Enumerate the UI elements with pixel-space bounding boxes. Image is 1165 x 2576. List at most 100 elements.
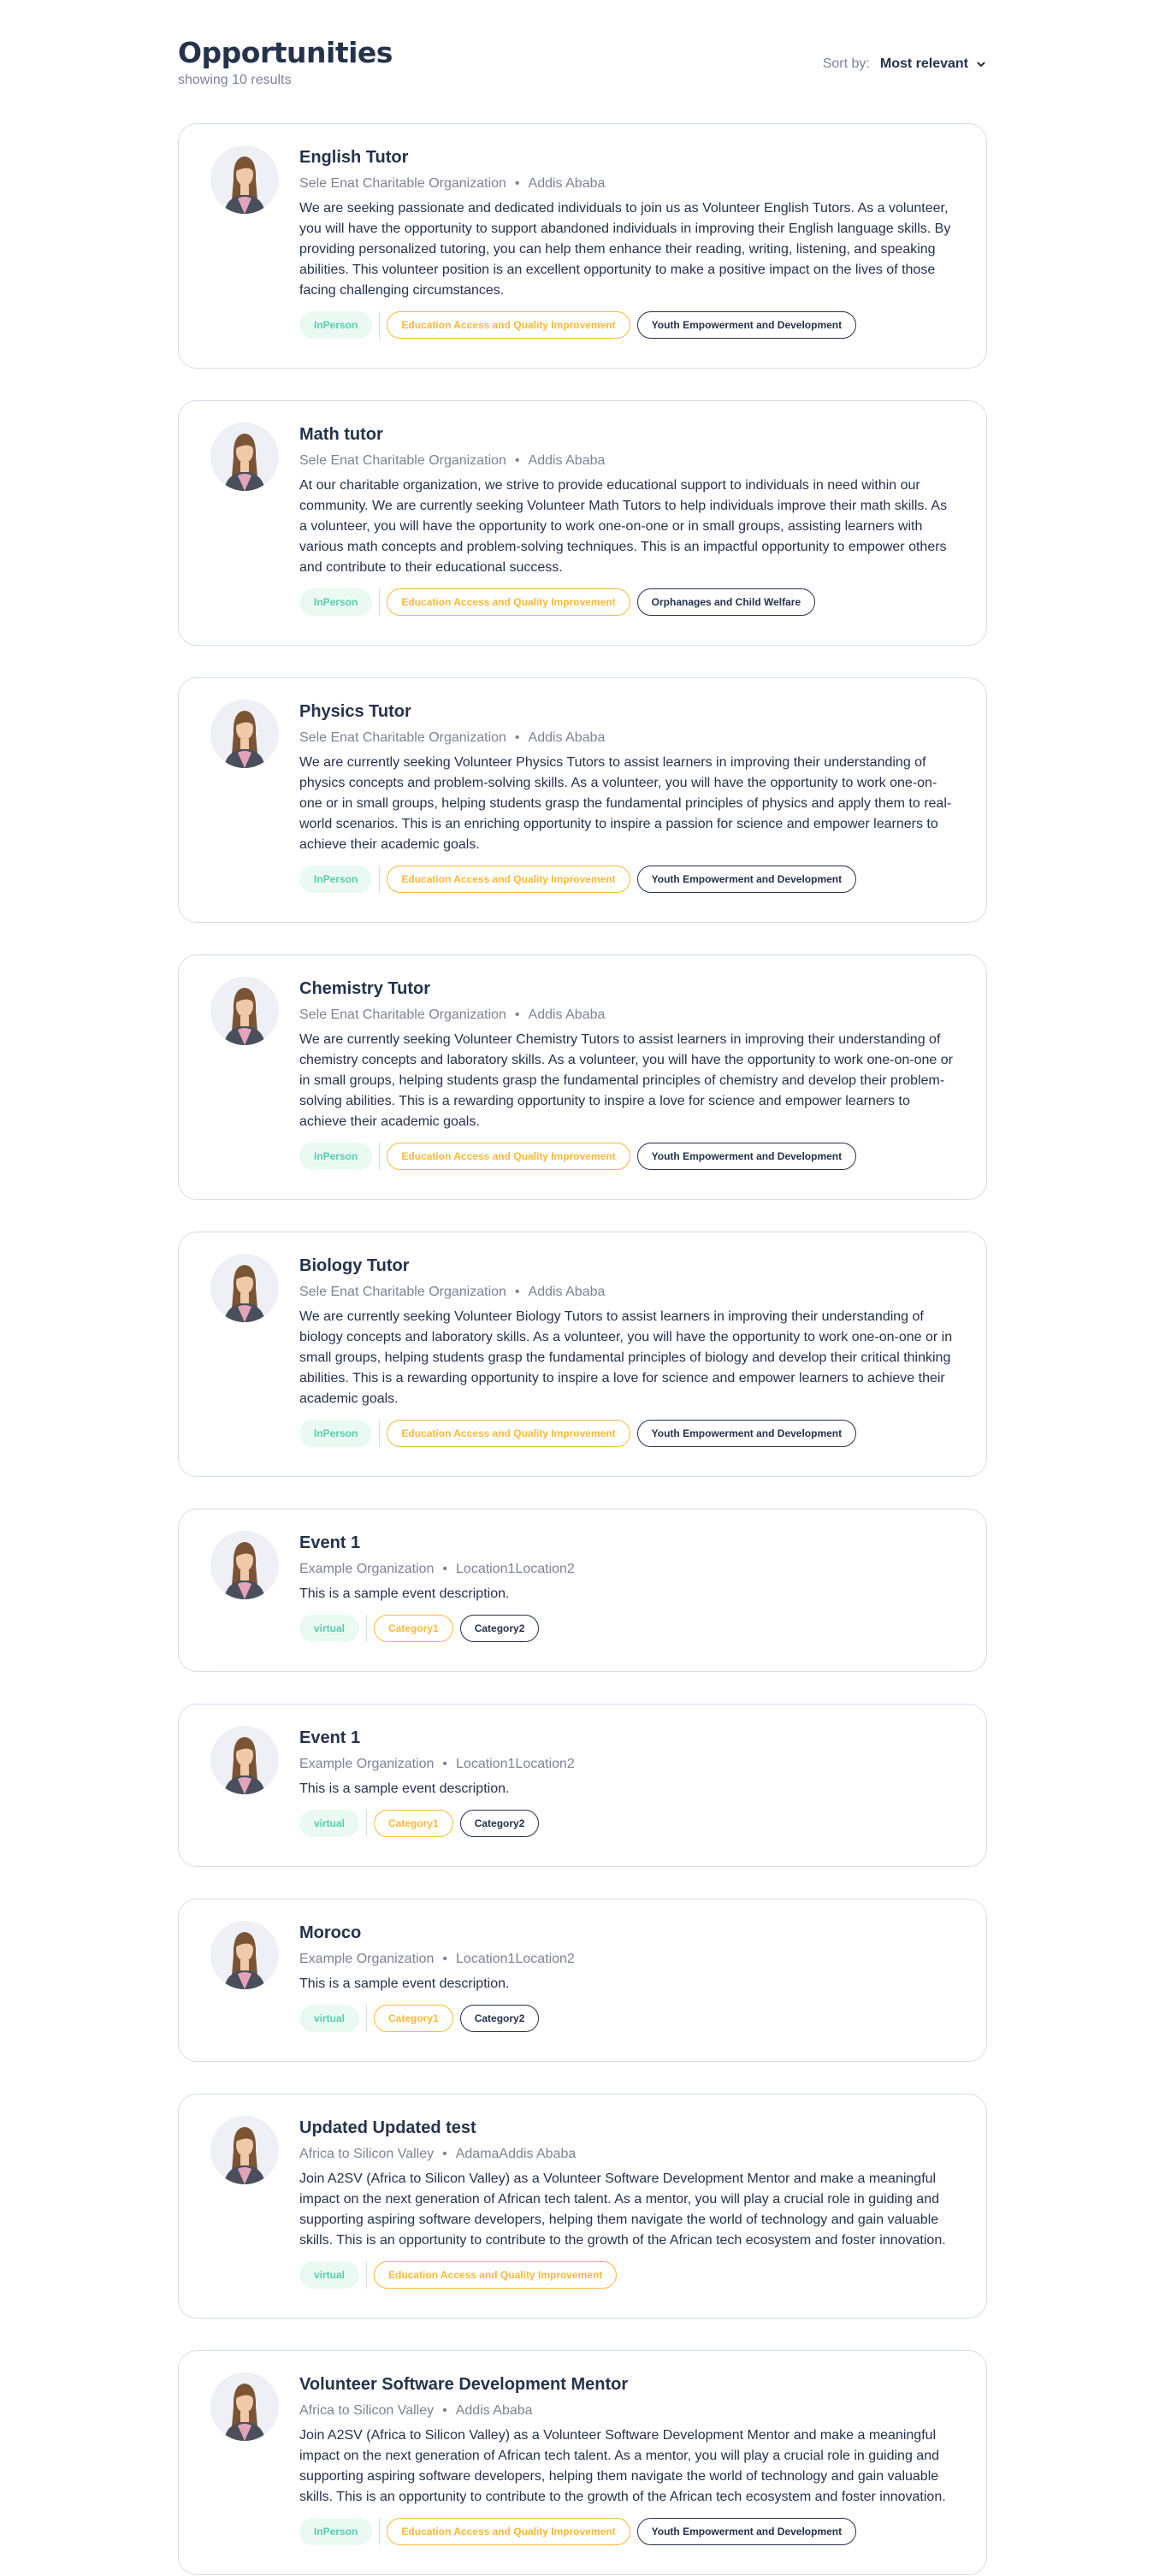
- opportunity-description: This is a sample event description.: [299, 1586, 510, 1601]
- opportunity-meta: Example Organization • Location1Location2: [299, 1755, 954, 1774]
- category-tag: Youth Empowerment and Development: [636, 311, 857, 339]
- opportunity-title[interactable]: Biology Tutor: [299, 1254, 954, 1278]
- avatar: [210, 145, 279, 214]
- type-tag: virtual: [299, 1615, 360, 1642]
- type-tag: InPerson: [299, 866, 373, 893]
- separator-dot: •: [442, 2403, 447, 2418]
- opportunity-title[interactable]: Event 1: [299, 1726, 954, 1750]
- type-tag: virtual: [299, 2261, 360, 2289]
- opportunity-card[interactable]: Physics Tutor Sele Enat Charitable Organ…: [178, 677, 987, 923]
- opportunity-description: Join A2SV (Africa to Silicon Valley) as …: [299, 2171, 946, 2248]
- opportunity-card[interactable]: Moroco Example Organization • Location1Loc…: [178, 1899, 987, 2062]
- location: Addis Ababa: [528, 176, 606, 191]
- category-tag: Orphanages and Child Welfare: [636, 588, 816, 616]
- separator-dot: •: [514, 453, 520, 468]
- results-count: showing 10 results: [178, 73, 292, 87]
- opportunity-description: Join A2SV (Africa to Silicon Valley) as …: [299, 2428, 946, 2504]
- opportunity-card[interactable]: Chemistry Tutor Sele Enat Charitable Org…: [178, 954, 987, 1200]
- opportunity-card[interactable]: Event 1 Example Organization • Location1Lo…: [178, 1509, 987, 1672]
- type-tag: InPerson: [299, 1420, 373, 1447]
- tag-list: virtual Category1 Category2: [299, 1810, 954, 1837]
- category-tag: Category1: [374, 1615, 453, 1642]
- organization-name: Sele Enat Charitable Organization: [299, 730, 506, 745]
- avatar: [210, 1921, 279, 1989]
- organization-name: Sele Enat Charitable Organization: [299, 176, 506, 191]
- opportunity-description: We are currently seeking Volunteer Biolo…: [299, 1309, 953, 1406]
- category-tag: Youth Empowerment and Development: [636, 1143, 857, 1170]
- opportunity-description: We are seeking passionate and dedicated …: [299, 201, 951, 298]
- sort-value[interactable]: Most relevant: [880, 56, 968, 73]
- avatar: [210, 1531, 279, 1599]
- separator-dot: •: [442, 1952, 448, 1966]
- opportunity-description: This is a sample event description.: [299, 1781, 510, 1796]
- tag-divider: [379, 1420, 381, 1447]
- category-tag: Category1: [374, 1810, 453, 1837]
- separator-dot: •: [514, 730, 520, 745]
- tag-divider: [366, 2261, 368, 2289]
- opportunity-card[interactable]: Math tutor Sele Enat Charitable Organiza…: [178, 400, 987, 646]
- tag-divider: [366, 2005, 368, 2032]
- tag-list: InPerson Education Access and Quality Im…: [299, 588, 954, 616]
- opportunity-meta: Example Organization • Location1Location2: [299, 1950, 954, 1969]
- opportunity-title[interactable]: Volunteer Software Development Mentor: [299, 2372, 954, 2396]
- organization-name: Sele Enat Charitable Organization: [299, 1285, 506, 1299]
- opportunity-description: At our charitable organization, we striv…: [299, 478, 948, 575]
- location: Addis Ababa: [528, 1007, 606, 1022]
- avatar: [210, 977, 279, 1045]
- location: Addis Ababa: [528, 730, 606, 745]
- opportunity-description: We are currently seeking Volunteer Physi…: [299, 755, 952, 852]
- opportunity-card[interactable]: Event 1 Example Organization • Location1Lo…: [178, 1704, 987, 1867]
- avatar: [210, 1726, 279, 1794]
- opportunity-title[interactable]: Event 1: [299, 1531, 954, 1555]
- opportunity-meta: Sele Enat Charitable Organization • Addis …: [299, 452, 954, 470]
- tag-list: virtual Category1 Category2: [299, 2005, 954, 2032]
- sort-control[interactable]: Sort by: Most relevant: [823, 56, 987, 73]
- location: Addis Ababa: [455, 2403, 533, 2418]
- opportunity-title[interactable]: Updated Updated test: [299, 2116, 954, 2140]
- sort-label: Sort by:: [822, 56, 870, 71]
- opportunity-meta: Example Organization • Location1Location2: [299, 1560, 954, 1579]
- type-tag: virtual: [299, 2005, 360, 2032]
- separator-dot: •: [514, 1285, 520, 1299]
- tag-divider: [379, 588, 381, 616]
- opportunity-meta: Africa to Silicon Valley • Addis Ababa: [299, 2402, 954, 2420]
- category-tag: Youth Empowerment and Development: [636, 1420, 857, 1447]
- organization-name: Sele Enat Charitable Organization: [299, 1007, 506, 1022]
- separator-dot: •: [514, 1007, 520, 1022]
- opportunity-title[interactable]: Math tutor: [299, 422, 954, 446]
- category-tag: Category1: [374, 2005, 453, 2032]
- tag-list: InPerson Education Access and Quality Im…: [299, 1143, 954, 1170]
- tag-list: virtual Category1 Category2: [299, 1615, 954, 1642]
- category-tag: Youth Empowerment and Development: [636, 866, 857, 893]
- opportunity-meta: Sele Enat Charitable Organization • Addis …: [299, 1006, 954, 1025]
- avatar: [210, 700, 279, 768]
- type-tag: InPerson: [299, 311, 373, 339]
- avatar: [210, 1254, 279, 1322]
- type-tag: InPerson: [299, 588, 373, 616]
- opportunity-title[interactable]: Moroco: [299, 1921, 954, 1945]
- opportunity-title[interactable]: Physics Tutor: [299, 700, 954, 724]
- tag-divider: [366, 1810, 368, 1837]
- separator-dot: •: [442, 2147, 447, 2161]
- location: Location1Location2: [456, 1562, 575, 1576]
- separator-dot: •: [514, 176, 520, 191]
- organization-name: Africa to Silicon Valley: [299, 2147, 435, 2161]
- location: Location1Location2: [456, 1952, 575, 1966]
- opportunity-title[interactable]: English Tutor: [299, 145, 954, 169]
- opportunity-card[interactable]: English Tutor Sele Enat Charitable Organ…: [178, 123, 987, 369]
- opportunity-card[interactable]: Volunteer Software Development Mentor Af…: [178, 2350, 987, 2575]
- opportunity-meta: Africa to Silicon Valley • AdamaAddis Abab…: [299, 2145, 954, 2164]
- opportunity-card[interactable]: Biology Tutor Sele Enat Charitable Organ…: [178, 1232, 987, 1477]
- type-tag: InPerson: [299, 1143, 373, 1170]
- category-tag: Education Access and Quality Improvement: [387, 588, 630, 616]
- category-tag: Category2: [459, 1810, 540, 1837]
- opportunity-title[interactable]: Chemistry Tutor: [299, 977, 954, 1001]
- opportunity-card[interactable]: Updated Updated test Africa to Silicon V…: [178, 2094, 987, 2319]
- chevron-down-icon[interactable]: [975, 58, 987, 70]
- location: Addis Ababa: [528, 453, 606, 468]
- category-tag: Education Access and Quality Improvement: [387, 1143, 630, 1170]
- opportunity-description: We are currently seeking Volunteer Chemi…: [299, 1032, 953, 1129]
- organization-name: Africa to Silicon Valley: [299, 2403, 435, 2418]
- tag-divider: [379, 866, 381, 893]
- type-tag: InPerson: [299, 2518, 373, 2545]
